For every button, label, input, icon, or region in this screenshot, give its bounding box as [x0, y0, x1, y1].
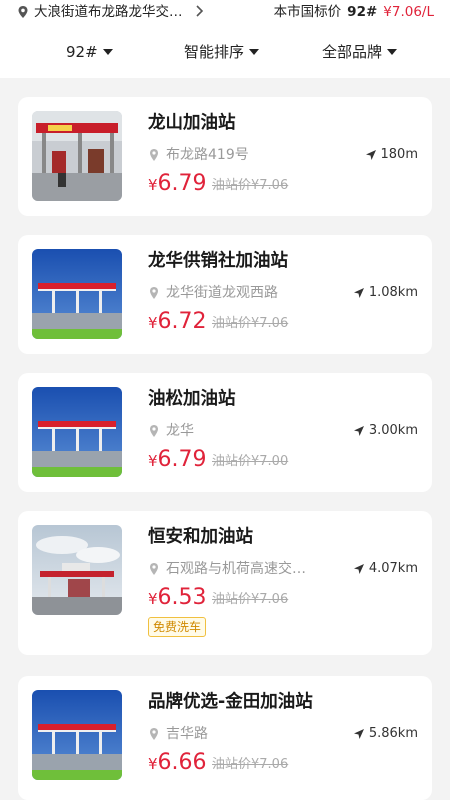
price-value: 6.72 — [157, 309, 207, 334]
distance-text: 3.00km — [368, 423, 418, 438]
location-pin-icon — [150, 425, 158, 437]
station-photo — [32, 690, 122, 780]
station-list-price: 油站价¥7.06 — [212, 592, 289, 607]
address-text: 布龙路419号 — [166, 147, 249, 163]
location-pin-icon — [18, 6, 28, 18]
station-name[interactable]: 恒安和加油站 — [148, 525, 253, 549]
station-distance: 180m — [365, 145, 418, 165]
city-price-grade: 92# — [347, 4, 378, 20]
station-distance: 5.86km — [353, 724, 418, 744]
sort-filter[interactable]: 智能排序 — [184, 38, 260, 66]
brand-label: 全部品牌 — [322, 43, 383, 61]
dropdown-triangle-icon — [387, 49, 398, 55]
station-card[interactable]: 龙山加油站 布龙路419号 180m ¥6.79 油站价¥7.06 — [18, 97, 432, 216]
station-list-price: 油站价¥7.06 — [212, 757, 289, 772]
price-value: 6.79 — [157, 447, 207, 472]
price-value: 6.66 — [157, 750, 207, 775]
station-address: 石观路与机荷高速交… — [148, 559, 306, 579]
location-pin-icon — [150, 287, 158, 299]
station-list-price: 油站价¥7.06 — [212, 178, 289, 193]
discount-price: ¥6.53 — [148, 583, 207, 613]
navigation-arrow-icon — [365, 150, 376, 160]
navigation-arrow-icon — [353, 426, 364, 436]
station-card[interactable]: 恒安和加油站 石观路与机荷高速交… 4.07km ¥6.53 油站价¥7.06 … — [18, 511, 432, 655]
filter-row: 92# 智能排序 全部品牌 — [0, 38, 450, 66]
price-value: 6.79 — [157, 171, 207, 196]
station-name[interactable]: 油松加油站 — [148, 387, 236, 411]
address-text: 龙华 — [166, 423, 194, 439]
station-photo — [32, 249, 122, 339]
station-photo — [32, 525, 122, 615]
station-distance: 1.08km — [353, 283, 418, 303]
dropdown-triangle-icon — [102, 49, 113, 55]
station-address: 龙华 — [148, 421, 194, 441]
station-distance: 3.00km — [353, 421, 418, 441]
currency-symbol: ¥ — [148, 176, 158, 194]
location-pin-icon — [150, 563, 158, 575]
discount-price: ¥6.79 — [148, 169, 207, 199]
address-text: 龙华街道龙观西路 — [166, 285, 278, 301]
location-pin-icon — [150, 728, 158, 740]
station-card[interactable]: 品牌优选-金田加油站 吉华路 5.86km ¥6.66 油站价¥7.06 — [18, 676, 432, 800]
currency-symbol: ¥ — [148, 314, 158, 332]
currency-symbol: ¥ — [148, 755, 158, 773]
navigation-arrow-icon — [353, 564, 364, 574]
station-list-price: 油站价¥7.00 — [212, 454, 289, 469]
fuel-grade-filter[interactable]: 92# — [66, 38, 113, 66]
city-price-label: 本市国标价 — [273, 4, 342, 20]
discount-price: ¥6.72 — [148, 307, 207, 337]
distance-text: 180m — [380, 147, 418, 162]
location-pin-icon — [150, 149, 158, 161]
station-name[interactable]: 龙华供销社加油站 — [148, 249, 288, 273]
chevron-right-icon[interactable] — [194, 4, 204, 18]
navigation-arrow-icon — [353, 288, 364, 298]
city-price-value: ¥7.06/L — [383, 4, 434, 20]
current-location[interactable]: 大浪街道布龙路龙华交… — [34, 2, 192, 22]
station-name[interactable]: 龙山加油站 — [148, 111, 236, 135]
top-bar: 大浪街道布龙路龙华交… 本市国标价 92# ¥7.06/L 92# 智能排序 全部品… — [0, 0, 450, 78]
discount-price: ¥6.79 — [148, 445, 207, 475]
station-list-price: 油站价¥7.06 — [212, 316, 289, 331]
currency-symbol: ¥ — [148, 590, 158, 608]
address-text: 吉华路 — [166, 726, 208, 742]
sort-label: 智能排序 — [184, 43, 245, 61]
address-text: 石观路与机荷高速交… — [166, 561, 306, 577]
station-card[interactable]: 油松加油站 龙华 3.00km ¥6.79 油站价¥7.00 — [18, 373, 432, 492]
distance-text: 5.86km — [368, 726, 418, 741]
currency-symbol: ¥ — [148, 452, 158, 470]
fuel-grade-label: 92# — [66, 43, 98, 61]
price-value: 6.53 — [157, 585, 207, 610]
station-address: 龙华街道龙观西路 — [148, 283, 278, 303]
free-car-wash-tag: 免费洗车 — [148, 617, 207, 637]
station-address: 吉华路 — [148, 724, 208, 744]
dropdown-triangle-icon — [249, 49, 260, 55]
navigation-arrow-icon — [353, 729, 364, 739]
brand-filter[interactable]: 全部品牌 — [322, 38, 398, 66]
station-photo — [32, 387, 122, 477]
station-address: 布龙路419号 — [148, 145, 249, 165]
city-reference-price: 本市国标价 92# ¥7.06/L — [274, 2, 434, 22]
station-card[interactable]: 龙华供销社加油站 龙华街道龙观西路 1.08km ¥6.72 油站价¥7.06 — [18, 235, 432, 354]
station-photo — [32, 111, 122, 201]
discount-price: ¥6.66 — [148, 748, 207, 778]
distance-text: 1.08km — [368, 285, 418, 300]
station-distance: 4.07km — [353, 559, 418, 579]
distance-text: 4.07km — [368, 561, 418, 576]
station-name[interactable]: 品牌优选-金田加油站 — [148, 690, 313, 714]
